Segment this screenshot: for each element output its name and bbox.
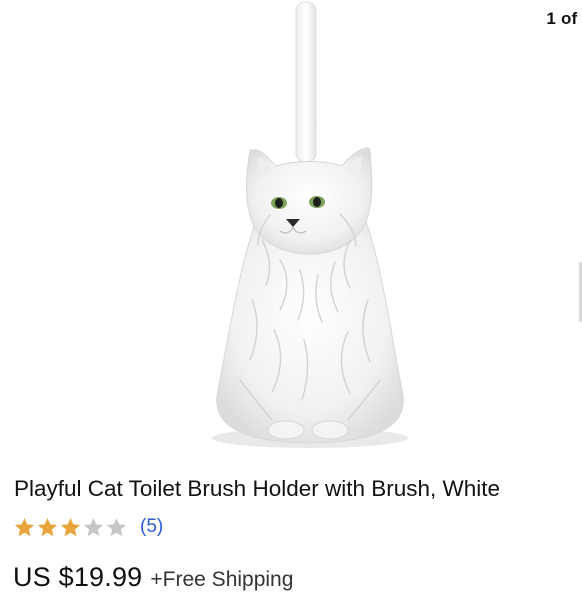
- star-filled-icon: [36, 516, 59, 539]
- price: US $19.99: [13, 562, 143, 592]
- product-title: Playful Cat Toilet Brush Holder with Bru…: [14, 476, 501, 501]
- product-image-gallery[interactable]: 1 of 2: [0, 0, 582, 462]
- star-rating: [13, 516, 128, 539]
- rating-row[interactable]: (5): [13, 513, 163, 541]
- review-count-link[interactable]: (5): [140, 516, 163, 538]
- star-empty-icon: [105, 516, 128, 539]
- price-row: US $19.99 +Free Shipping: [13, 562, 293, 593]
- star-filled-icon: [13, 516, 36, 539]
- product-image[interactable]: [200, 0, 420, 462]
- shipping-info: +Free Shipping: [150, 568, 294, 591]
- image-counter: 1 of 2: [546, 9, 582, 28]
- star-filled-icon: [59, 516, 82, 539]
- star-empty-icon: [82, 516, 105, 539]
